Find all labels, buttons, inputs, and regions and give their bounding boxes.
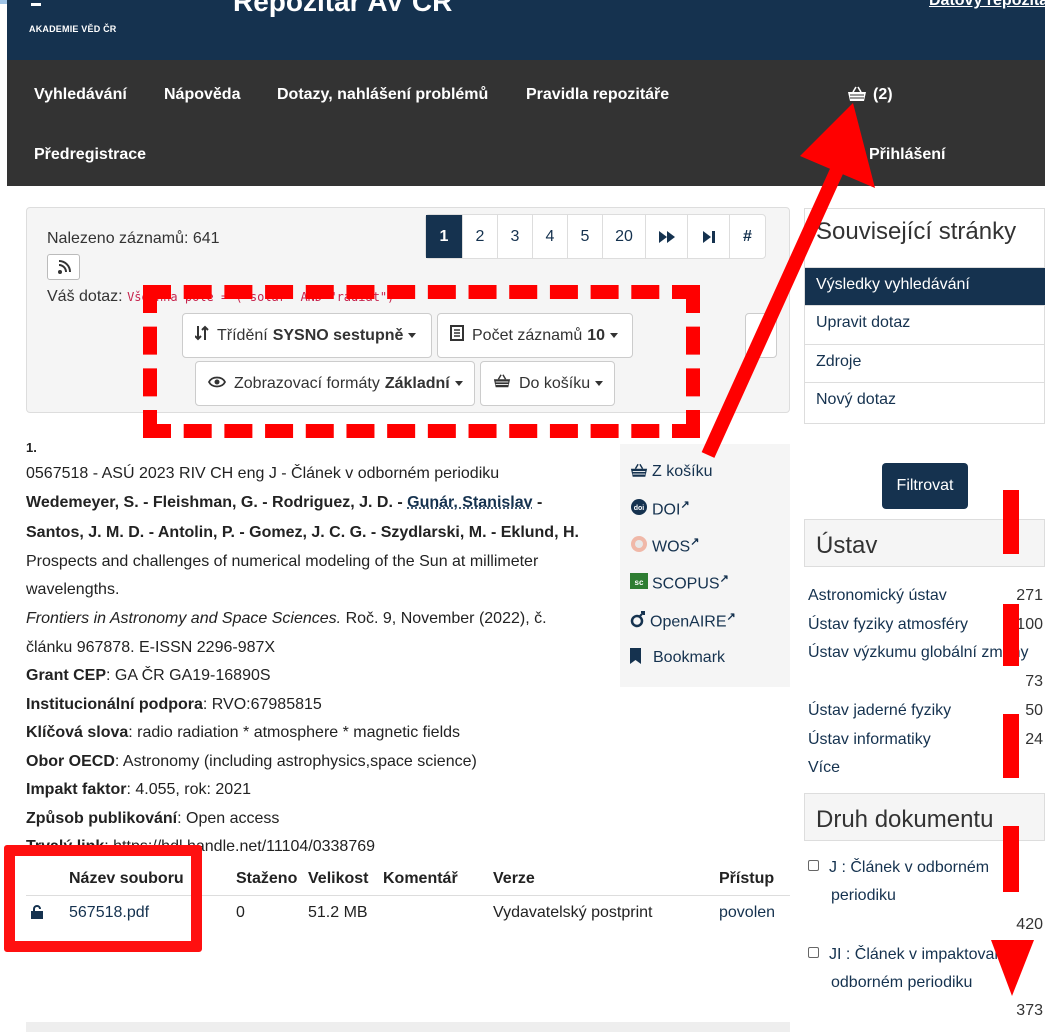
annotation-arrows (701, 103, 1034, 996)
annotation-arrow-line (701, 165, 845, 458)
annotation-down-arrow (991, 940, 1034, 996)
